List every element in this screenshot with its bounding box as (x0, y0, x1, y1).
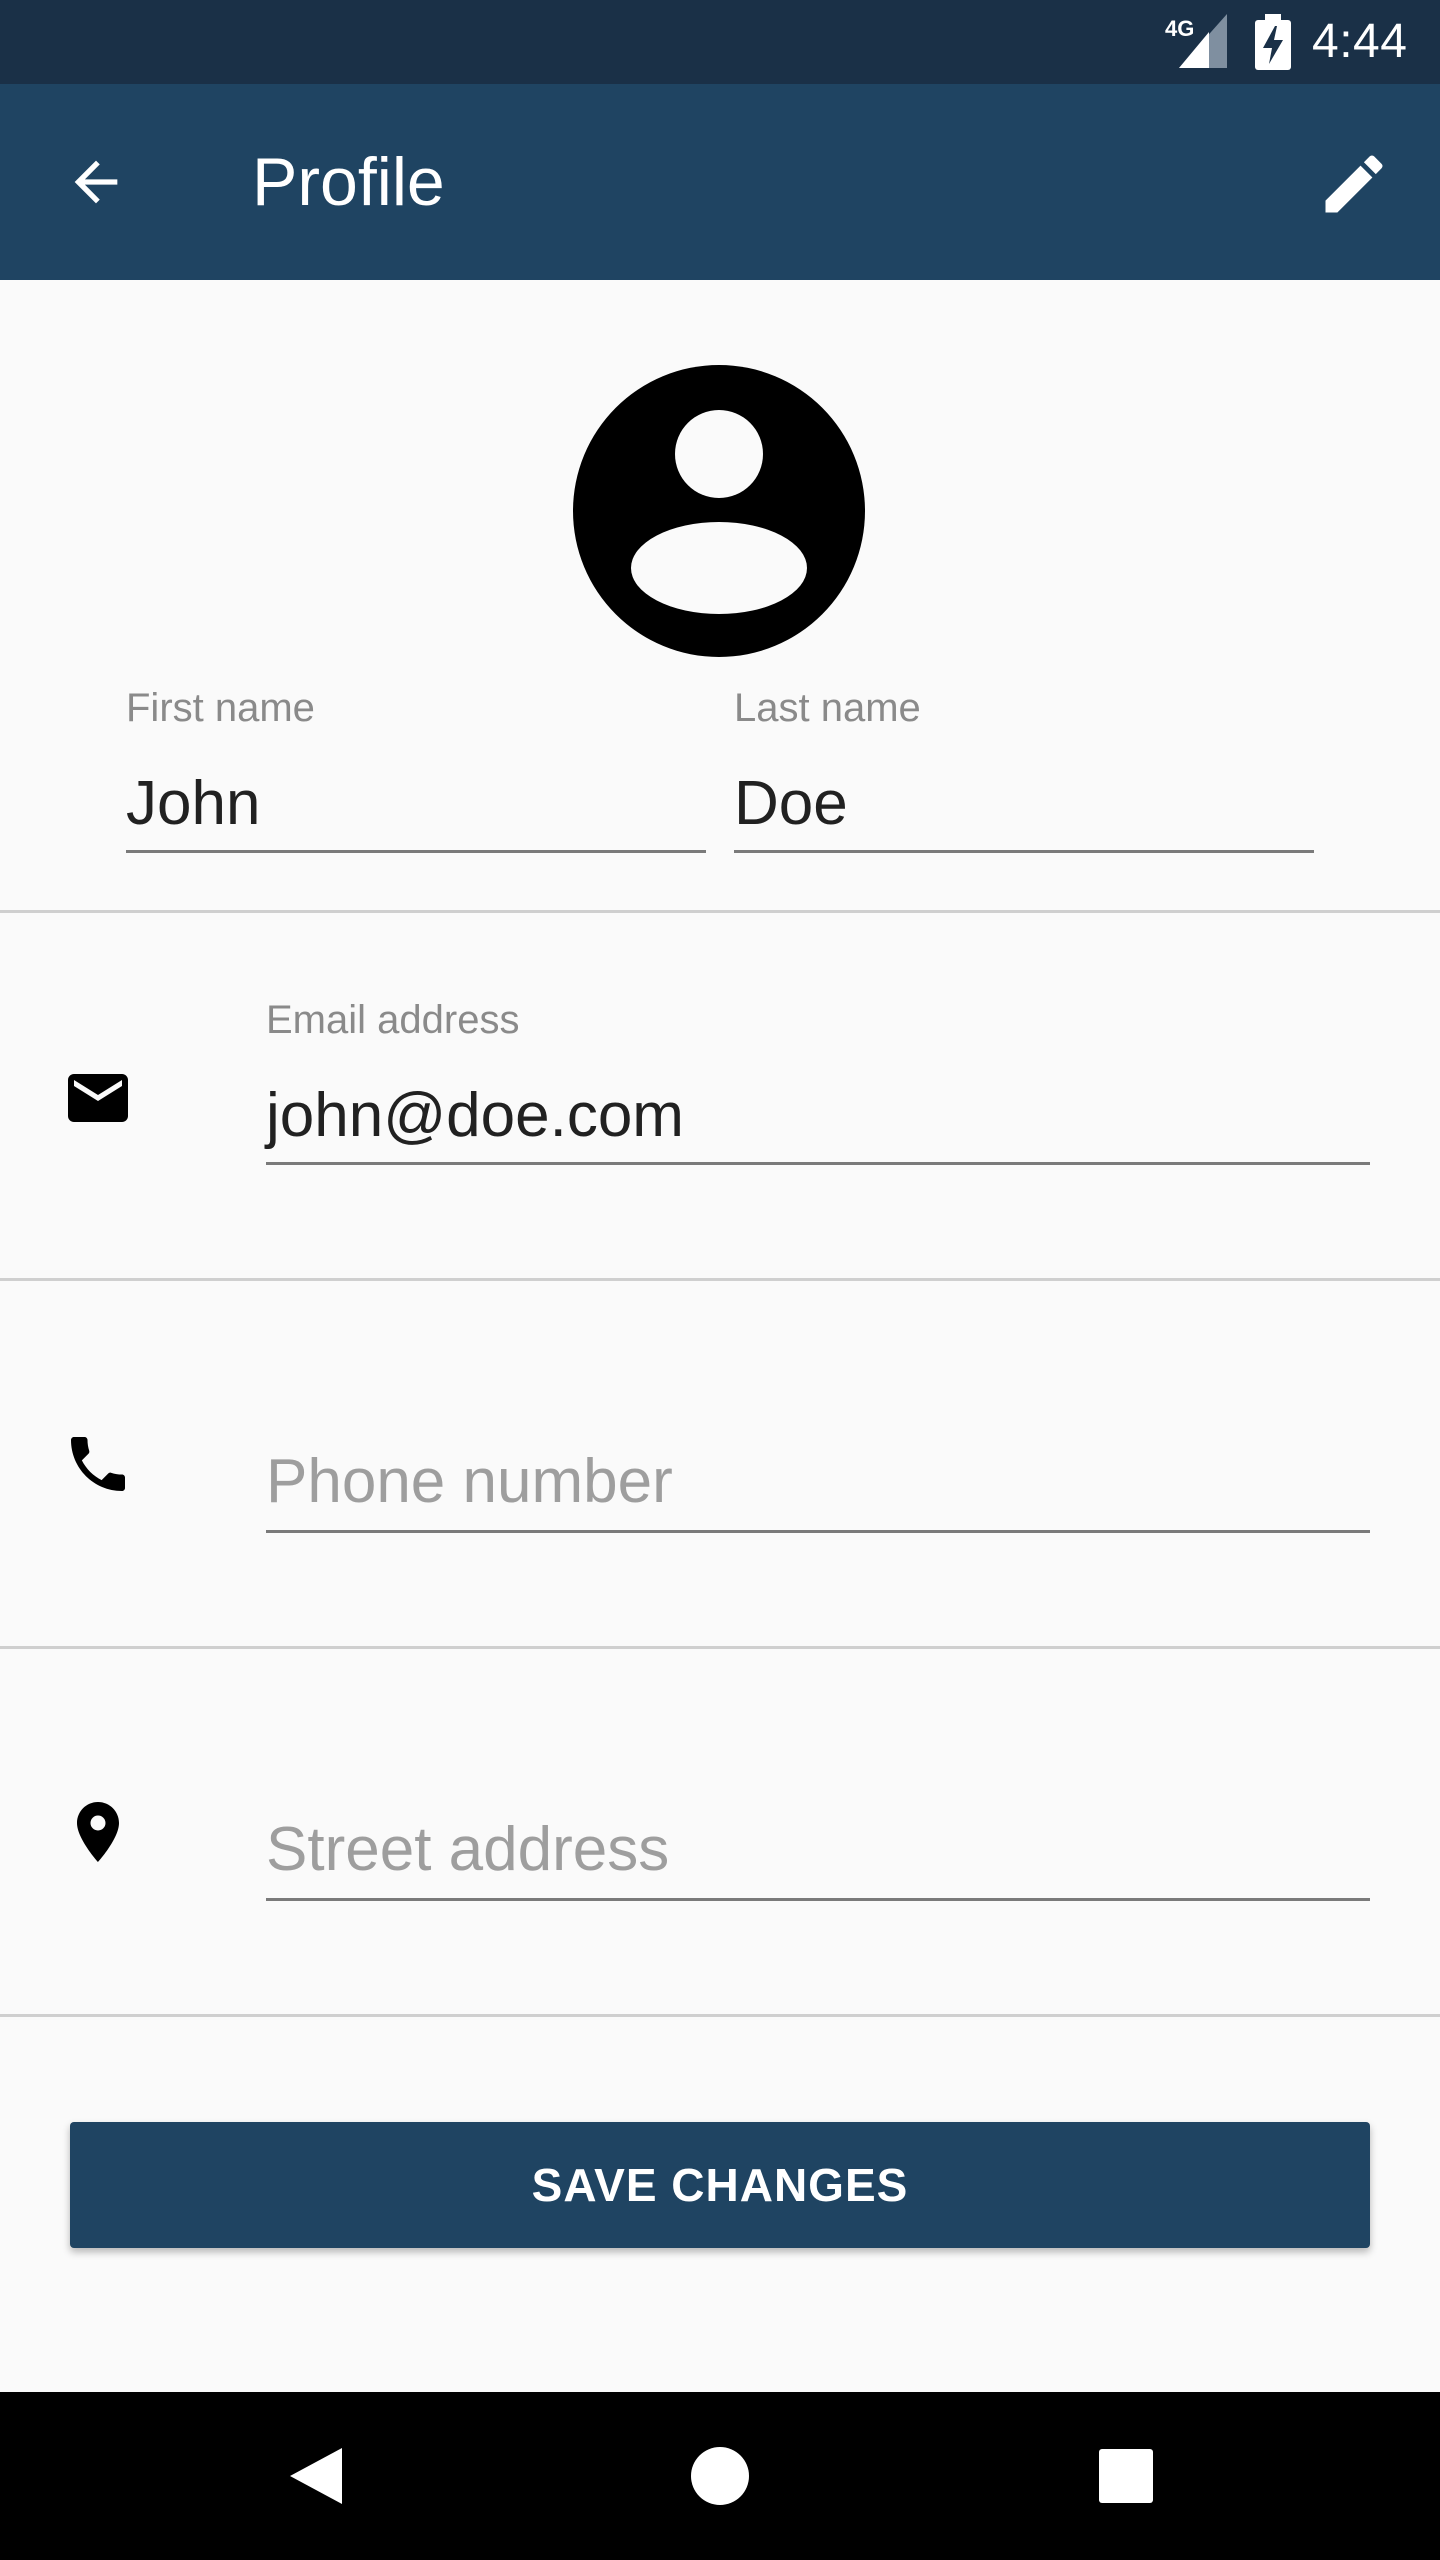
nav-home-button[interactable] (680, 2436, 760, 2516)
nav-back-icon (290, 2448, 342, 2504)
email-icon (58, 1058, 138, 1138)
clock-time: 4:44 (1312, 15, 1408, 68)
page-title: Profile (252, 144, 445, 220)
divider (0, 910, 1440, 913)
street-address-placeholder[interactable]: Street address (266, 1812, 669, 1888)
network-type-label: 4G (1165, 16, 1194, 41)
arrow-back-icon (74, 160, 118, 204)
email-field[interactable]: Email address john@doe.com (266, 996, 1370, 1166)
edit-pencil-icon (1325, 155, 1383, 213)
email-value[interactable]: john@doe.com (266, 1078, 684, 1154)
edit-button[interactable] (1314, 144, 1394, 224)
location-pin-icon (58, 1792, 138, 1872)
last-name-field[interactable]: Last name Doe (734, 684, 1314, 854)
email-underline (266, 1162, 1370, 1165)
street-address-underline (266, 1898, 1370, 1901)
phone-placeholder[interactable]: Phone number (266, 1444, 673, 1520)
app-bar: Profile (0, 84, 1440, 280)
phone-underline (266, 1530, 1370, 1533)
first-name-underline (126, 850, 706, 853)
email-label: Email address (266, 998, 520, 1042)
last-name-underline (734, 850, 1314, 853)
first-name-label: First name (126, 686, 315, 730)
nav-back-button[interactable] (276, 2436, 356, 2516)
last-name-value[interactable]: Doe (734, 766, 848, 842)
nav-home-icon (691, 2447, 749, 2505)
system-nav-bar (0, 2392, 1440, 2560)
battery-charging-icon (1255, 14, 1291, 70)
first-name-field[interactable]: First name John (126, 684, 706, 854)
nav-recents-icon (1099, 2449, 1153, 2503)
status-bar: 4G 4:44 (0, 0, 1440, 84)
phone-icon (58, 1424, 138, 1504)
divider (0, 2014, 1440, 2017)
phone-field[interactable]: Phone number (266, 1364, 1370, 1534)
nav-recents-button[interactable] (1086, 2436, 1166, 2516)
first-name-value[interactable]: John (126, 766, 260, 842)
account-circle-icon (573, 365, 865, 657)
back-button[interactable] (58, 144, 134, 220)
save-changes-button[interactable]: SAVE CHANGES (70, 2122, 1370, 2248)
street-address-field[interactable]: Street address (266, 1732, 1370, 1902)
divider (0, 1646, 1440, 1649)
avatar[interactable] (572, 364, 866, 658)
last-name-label: Last name (734, 686, 921, 730)
signal-icon: 4G (1165, 14, 1227, 68)
divider (0, 1278, 1440, 1281)
